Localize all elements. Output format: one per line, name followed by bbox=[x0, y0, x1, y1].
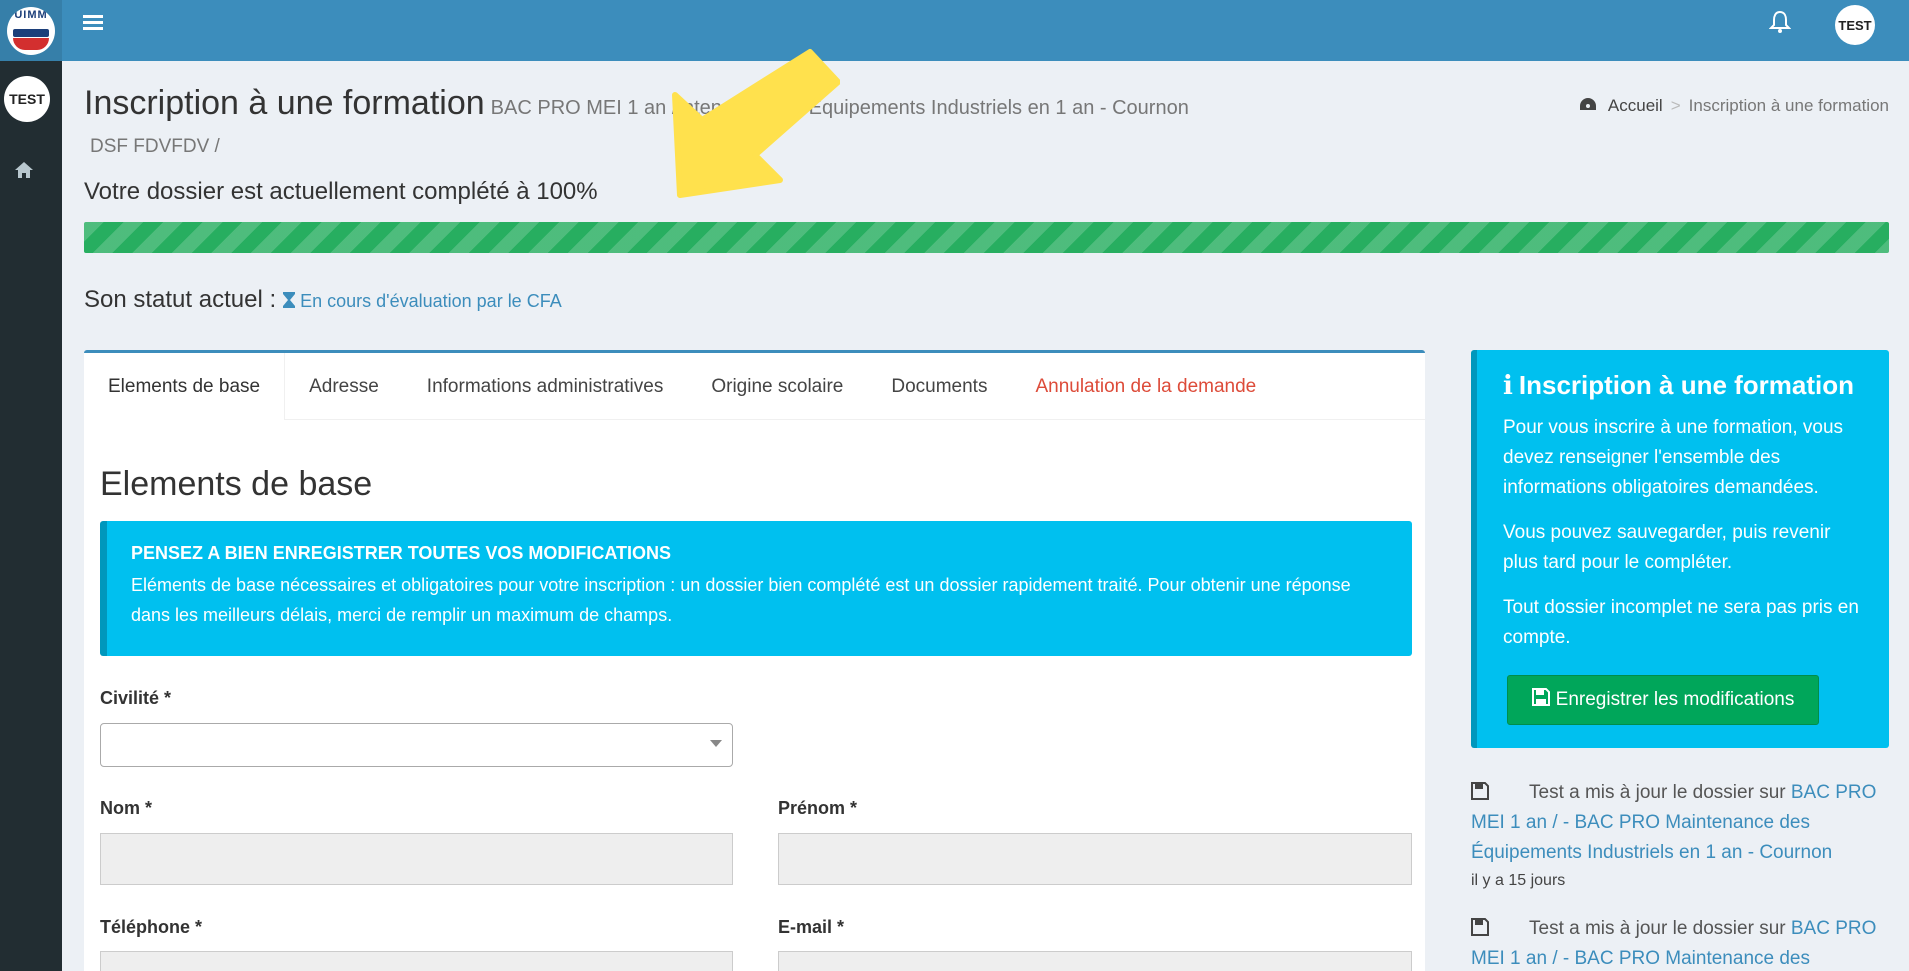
form-tab-panel: Elements de base Adresse Informations ad… bbox=[84, 350, 1425, 971]
sidebar-avatar[interactable]: TEST bbox=[4, 76, 50, 122]
save-button-label: Enregistrer les modifications bbox=[1555, 689, 1795, 710]
home-icon-svg bbox=[15, 162, 33, 178]
civilite-select[interactable] bbox=[100, 723, 733, 767]
top-navbar: TEST bbox=[62, 0, 1909, 61]
nom-label: Nom * bbox=[100, 798, 153, 818]
activity-item: Test a mis à jour le dossier sur BAC PRO… bbox=[1471, 778, 1889, 894]
menu-toggle-icon[interactable] bbox=[82, 12, 106, 36]
civilite-label: Civilité * bbox=[100, 688, 172, 708]
nom-field[interactable] bbox=[100, 833, 733, 885]
section-title: Elements de base bbox=[100, 465, 373, 503]
app-logo[interactable]: UIMM bbox=[0, 0, 62, 61]
prenom-field[interactable] bbox=[778, 833, 1412, 885]
page-title-text: Inscription à une formation bbox=[84, 84, 485, 122]
telephone-field[interactable] bbox=[100, 951, 733, 971]
tab-documents[interactable]: Documents bbox=[867, 353, 1011, 420]
activity-text-2: Test a mis à jour le dossier sur BAC PRO… bbox=[1471, 914, 1889, 971]
info-box-paragraph-1: Pour vous inscrire à une formation, vous… bbox=[1503, 417, 1844, 498]
activity-item: Test a mis à jour le dossier sur BAC PRO… bbox=[1471, 914, 1889, 971]
activity-text: Test a mis à jour le dossier sur bbox=[1529, 918, 1786, 939]
breadcrumb-home-link[interactable]: Accueil bbox=[1608, 96, 1663, 115]
chevron-down-icon bbox=[710, 740, 722, 747]
email-label: E-mail * bbox=[778, 917, 845, 937]
activity-time: il y a 15 jours bbox=[1471, 872, 1566, 889]
info-box-title: i Inscription à une formation bbox=[1503, 370, 1867, 401]
telephone-label: Téléphone * bbox=[100, 917, 203, 937]
activity-text: Test a mis à jour le dossier sur bbox=[1529, 782, 1786, 803]
progress-fill bbox=[84, 222, 1889, 253]
info-icon: i bbox=[1503, 371, 1513, 401]
logo-badge: UIMM bbox=[7, 6, 55, 55]
prenom-label: Prénom * bbox=[778, 798, 858, 818]
floppy-disk-icon bbox=[1531, 688, 1550, 712]
bell-icon bbox=[1768, 10, 1792, 33]
page-title: Inscription à une formation BAC PRO MEI 1… bbox=[84, 84, 1189, 123]
annotation-arrow bbox=[672, 49, 840, 198]
activity-text-1: Test a mis à jour le dossier sur BAC PRO… bbox=[1471, 778, 1889, 868]
tab-elements-de-base[interactable]: Elements de base bbox=[84, 353, 286, 420]
progress-bar bbox=[84, 222, 1889, 253]
page-subtitle-2: DSF FDVFDV / bbox=[90, 136, 220, 157]
sidebar: UIMM TEST bbox=[0, 0, 62, 971]
hourglass-icon bbox=[283, 292, 296, 308]
floppy-disk-icon bbox=[1471, 782, 1489, 803]
tab-bar: Elements de base Adresse Informations ad… bbox=[84, 353, 1425, 420]
callout-text: Eléments de base nécessaires et obligato… bbox=[131, 575, 1351, 625]
logo-stripe-blue bbox=[13, 28, 49, 37]
status-value: En cours d'évaluation par le CFA bbox=[282, 291, 562, 311]
user-avatar[interactable]: TEST bbox=[1835, 5, 1875, 45]
breadcrumb: Accueil > Inscription à une formation bbox=[1579, 96, 1889, 116]
logo-text: UIMM bbox=[14, 8, 48, 21]
floppy-disk-icon bbox=[1471, 918, 1489, 939]
status-line: Son statut actuel : En cours d'évaluation… bbox=[84, 286, 562, 314]
callout-title: PENSEZ A BIEN ENREGISTRER TOUTES VOS MOD… bbox=[131, 543, 672, 563]
tab-annulation[interactable]: Annulation de la demande bbox=[1011, 353, 1280, 420]
tab-origine-scolaire[interactable]: Origine scolaire bbox=[687, 353, 867, 420]
status-label: Son statut actuel : bbox=[84, 286, 277, 313]
logo-stripe-red bbox=[13, 37, 49, 50]
email-field[interactable] bbox=[778, 951, 1412, 971]
tab-adresse[interactable]: Adresse bbox=[285, 353, 403, 420]
info-box: i Inscription à une formation Pour vous i… bbox=[1471, 350, 1889, 748]
status-value-text: En cours d'évaluation par le CFA bbox=[300, 291, 562, 311]
info-box-title-text: Inscription à une formation bbox=[1518, 370, 1855, 400]
save-button[interactable]: Enregistrer les modifications bbox=[1507, 675, 1819, 725]
progress-text: Votre dossier est actuellement complété … bbox=[84, 178, 598, 205]
info-box-paragraph-3: Tout dossier incomplet ne sera pas pris … bbox=[1503, 597, 1859, 648]
breadcrumb-separator: > bbox=[1670, 96, 1681, 115]
notifications-bell-icon[interactable] bbox=[1767, 10, 1793, 36]
hamburger-icon bbox=[83, 15, 103, 30]
info-callout: PENSEZ A BIEN ENREGISTRER TOUTES VOS MOD… bbox=[100, 521, 1412, 656]
info-box-paragraph-2: Vous pouvez sauvegarder, puis revenir pl… bbox=[1503, 522, 1831, 573]
breadcrumb-current: Inscription à une formation bbox=[1688, 96, 1889, 115]
dashboard-icon bbox=[1579, 96, 1602, 115]
tab-informations-administratives[interactable]: Informations administratives bbox=[403, 353, 688, 420]
home-icon[interactable] bbox=[12, 158, 36, 182]
